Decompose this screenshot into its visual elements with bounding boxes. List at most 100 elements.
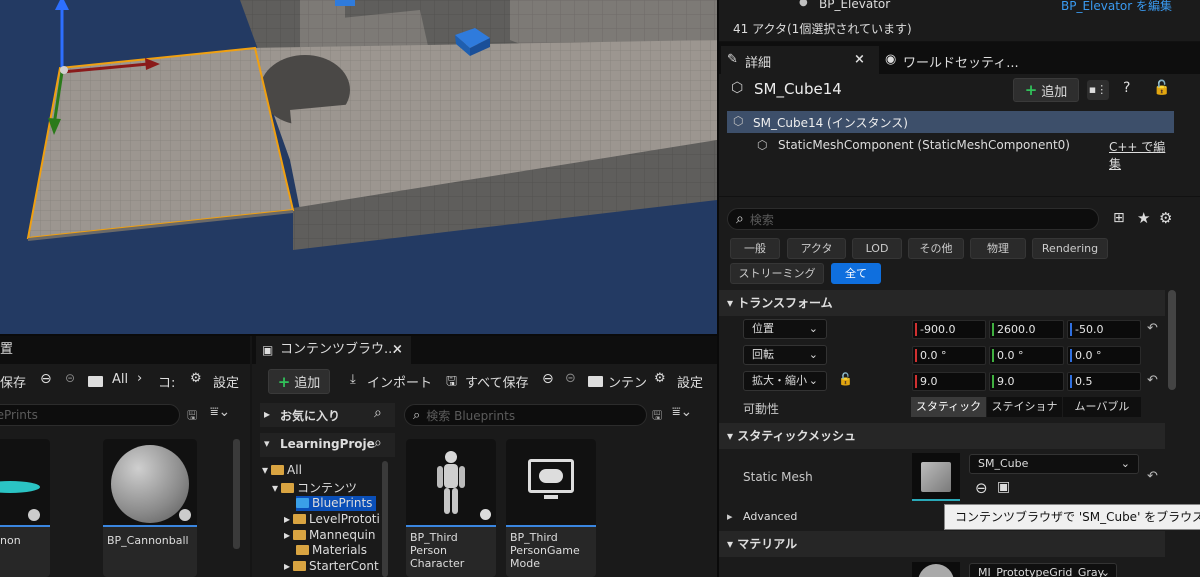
world-settings-tab[interactable]: ワールドセッティ... xyxy=(903,52,1019,71)
filter-actor[interactable]: アクタ xyxy=(787,238,846,259)
help-icon[interactable]: ? xyxy=(1123,80,1130,96)
tree-item-startercontent[interactable]: ▸ StarterCont xyxy=(284,559,379,573)
filter-all[interactable]: 全て xyxy=(831,263,881,284)
scale-z-field[interactable]: 0.5 xyxy=(1067,372,1141,391)
mesh-thumbnail[interactable] xyxy=(912,453,960,501)
browse-content-icon[interactable]: ▣ xyxy=(997,479,1010,495)
details-search-input[interactable]: ⌕ 検索 xyxy=(727,208,1099,230)
filter-physics[interactable]: 物理 xyxy=(970,238,1026,259)
section-transform[interactable]: ▾ トランスフォーム xyxy=(719,290,1165,316)
project-header[interactable]: ▾ LearningProje ⌕ xyxy=(260,433,395,457)
location-x-field[interactable]: -900.0 xyxy=(912,320,986,339)
rotation-y-field[interactable]: 0.0 ° xyxy=(989,346,1064,365)
details-scrollbar[interactable] xyxy=(1168,290,1176,390)
mobility-stationary[interactable]: ステイショナ xyxy=(987,397,1062,417)
section-material[interactable]: ▾ マテリアル xyxy=(719,531,1165,557)
asset-tile-character[interactable]: BP_Third Person Character xyxy=(406,439,496,577)
search-icon[interactable]: ⌕ xyxy=(374,435,382,451)
history-back-icon[interactable]: ⊖ xyxy=(542,371,554,387)
add-component-button[interactable]: + 追加 xyxy=(1013,78,1079,102)
panel-splitter[interactable] xyxy=(717,0,719,577)
filter-icon[interactable]: ⩸⌄ xyxy=(210,404,230,420)
filter-rendering[interactable]: Rendering xyxy=(1032,238,1108,259)
filter-general[interactable]: 一般 xyxy=(730,238,780,259)
asset-tile-gamemode[interactable]: BP_Third PersonGame Mode xyxy=(506,439,596,577)
rotation-x-field[interactable]: 0.0 ° xyxy=(912,346,986,365)
tree-scrollbar[interactable] xyxy=(382,461,388,577)
scale-mode-dropdown[interactable]: 拡大・縮小 ⌄ xyxy=(743,371,827,391)
material-thumbnail[interactable] xyxy=(912,562,960,577)
settings-gear-icon[interactable]: ⚙ xyxy=(1159,209,1172,227)
history-forward-icon[interactable]: ⊝ xyxy=(565,371,576,386)
mobility-movable[interactable]: ムーバブル xyxy=(1063,397,1141,417)
breadcrumb-current[interactable]: ンテン xyxy=(608,372,647,391)
left-all-crumb[interactable]: All xyxy=(112,372,128,387)
rotation-z-field[interactable]: 0.0 ° xyxy=(1067,346,1141,365)
reset-icon[interactable]: ↶ xyxy=(1147,373,1158,388)
gear-icon[interactable]: ⚙ xyxy=(654,371,666,386)
tree-item-materials[interactable]: Materials xyxy=(296,543,367,557)
save-search-icon[interactable]: 🖫 xyxy=(187,406,197,427)
star-icon[interactable]: ★ xyxy=(1137,209,1150,227)
unlock-icon[interactable]: 🔓 xyxy=(1153,80,1170,96)
tree-item-blueprints[interactable]: BluePrints xyxy=(296,496,372,510)
actor-name[interactable]: SM_Cube14 xyxy=(754,80,842,98)
reset-icon[interactable]: ↶ xyxy=(1147,469,1158,484)
filter-icon[interactable]: ⩸⌄ xyxy=(672,404,692,420)
left-settings-button[interactable]: 設定 xyxy=(213,372,239,391)
section-static-mesh[interactable]: ▾ スタティックメッシュ xyxy=(719,423,1165,449)
use-selected-icon[interactable]: ⊖ xyxy=(975,479,988,497)
component-row-root[interactable]: ⬡ SM_Cube14 (インスタンス) xyxy=(727,111,1174,133)
filter-misc[interactable]: その他 xyxy=(908,238,964,259)
left-save-button[interactable]: 保存 xyxy=(0,372,26,391)
outliner-row[interactable]: ● BP_Elevator BP_Elevator を編集 xyxy=(719,0,1200,14)
scrollbar[interactable] xyxy=(233,439,240,549)
tree-item-all[interactable]: ▾ All xyxy=(262,463,302,477)
asset-search-input[interactable]: ⌕ 検索 Blueprints xyxy=(404,404,647,426)
tree-item-levelprototyping[interactable]: ▸ LevelPrototi xyxy=(284,512,380,526)
details-tab[interactable]: ✎ 詳細 × xyxy=(721,46,879,74)
settings-button[interactable]: 設定 xyxy=(677,372,703,391)
rotation-mode-dropdown[interactable]: 回転 ⌄ xyxy=(743,345,827,365)
component-row-staticmesh[interactable]: ⬡ StaticMeshComponent (StaticMeshCompone… xyxy=(727,135,1174,171)
import-button[interactable]: インポート xyxy=(367,372,432,391)
search-icon[interactable]: ⌕ xyxy=(374,405,382,421)
tree-item-mannequin[interactable]: ▸ Mannequin xyxy=(284,528,376,542)
location-z-field[interactable]: -50.0 xyxy=(1067,320,1141,339)
blueprint-options-icon[interactable]: ▪⋮ xyxy=(1087,80,1109,100)
edit-in-cpp-link[interactable]: C++ で編集 xyxy=(1109,138,1174,172)
asset-tile[interactable]: non xyxy=(0,439,50,577)
history-forward-icon[interactable]: ⊝ xyxy=(65,371,75,385)
filter-streaming[interactable]: ストリーミング xyxy=(730,263,824,284)
material-dropdown[interactable]: MI_PrototypeGrid_Gray ⌄ xyxy=(969,563,1117,577)
save-search-icon[interactable]: 🖫 xyxy=(652,406,662,427)
tree-item-content[interactable]: ▾ コンテンツ xyxy=(272,479,357,496)
left-search-input[interactable]: uePrints xyxy=(0,404,180,426)
history-back-icon[interactable]: ⊖ xyxy=(40,371,52,387)
import-icon[interactable]: ⤓ xyxy=(350,372,356,387)
scale-y-field[interactable]: 9.0 xyxy=(989,372,1064,391)
static-mesh-dropdown[interactable]: SM_Cube ⌄ xyxy=(969,454,1139,474)
save-all-button[interactable]: すべて保存 xyxy=(465,372,529,391)
viewport-splitter[interactable] xyxy=(0,334,717,336)
mobility-static[interactable]: スタティック xyxy=(911,397,986,417)
level-viewport[interactable] xyxy=(0,0,717,334)
left-tab-label[interactable]: 置 xyxy=(0,337,13,363)
location-mode-dropdown[interactable]: 位置 ⌄ xyxy=(743,319,827,339)
scale-lock-icon[interactable]: 🔓 xyxy=(838,372,853,386)
asset-tile[interactable]: BP_Cannonball xyxy=(103,439,197,577)
edit-blueprint-link[interactable]: BP_Elevator を編集 xyxy=(1061,0,1172,14)
favorites-header[interactable]: ▸ お気に入り ⌕ xyxy=(260,403,395,427)
location-y-field[interactable]: 2600.0 xyxy=(989,320,1064,339)
filter-lod[interactable]: LOD xyxy=(852,238,902,259)
table-view-icon[interactable]: ⊞ xyxy=(1113,210,1125,226)
close-icon[interactable]: × xyxy=(392,337,403,363)
save-icon[interactable]: 🖫 xyxy=(446,372,457,394)
content-browser-tab[interactable]: ▣ コンテンツブラウ... × xyxy=(256,336,411,364)
gear-icon[interactable]: ⚙ xyxy=(190,371,202,386)
add-button[interactable]: + 追加 xyxy=(268,369,330,394)
close-icon[interactable]: × xyxy=(854,52,865,67)
left-breadcrumb[interactable]: コ: xyxy=(158,372,175,391)
scale-x-field[interactable]: 9.0 xyxy=(912,372,986,391)
reset-icon[interactable]: ↶ xyxy=(1147,321,1158,336)
